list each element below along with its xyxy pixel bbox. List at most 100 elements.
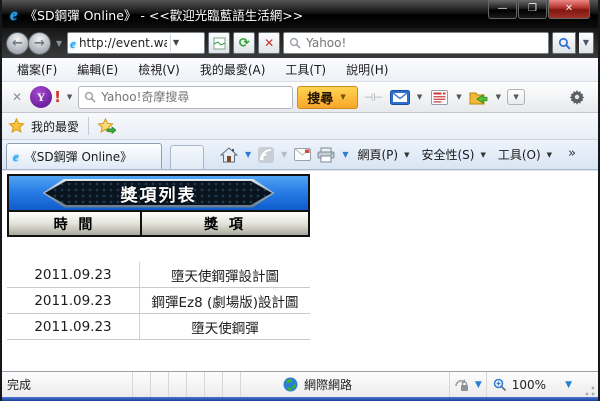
status-segment [204,372,222,397]
bookmarks-dropdown-icon[interactable]: ▼ [494,93,503,101]
yahoo-search-button[interactable]: 搜尋 ▼ [297,85,358,109]
table-header-award: 獎 項 [204,216,246,233]
add-favorite-icon[interactable] [98,118,117,134]
protected-mode-icon [455,378,468,391]
page-menu-button[interactable]: 網頁(P) ▼ [353,146,415,163]
cell-time: 2011.09.23 [7,314,140,339]
read-mail-button[interactable] [292,148,313,161]
close-button[interactable]: ✕ [548,0,590,19]
yahoo-toolbar: ✕ Y ! ▼ 搜尋 ▼ ⊣⊢ ▼ ▼ ▼ ▼ [2,82,598,113]
search-go-button[interactable] [552,32,576,54]
tab-sd-gundam[interactable]: e 《SD鋼彈 Online》 [6,143,162,169]
tab-bar: e 《SD鋼彈 Online》 ▼ ▼ ▼ 網頁(P) ▼ 安全性(S) ▼ 工… [2,140,598,170]
bookmarks-button[interactable] [468,88,490,106]
stop-button[interactable]: ✕ [258,32,281,54]
tools-menu-button[interactable]: 工具(O) ▼ [494,146,558,163]
print-button[interactable] [315,147,337,163]
award-table-body: 2011.09.23 墮天使鋼彈設計圖 2011.09.23 鋼彈Ez8 (劇場… [7,262,310,340]
history-dropdown-icon[interactable]: ▼ [54,39,64,48]
banner-badge: 獎項列表 [43,179,275,208]
status-text: 完成 [7,378,32,392]
search-options-dropdown[interactable]: ▼ [579,32,594,54]
yahoo-logo-icon[interactable]: Y [30,86,53,108]
tab-label: 《SD鋼彈 Online》 [24,150,133,164]
menu-help[interactable]: 說明(H) [337,58,397,81]
mail-button[interactable] [389,88,411,106]
print-dropdown-icon[interactable]: ▼ [339,150,351,159]
zoom-dropdown-icon[interactable]: ▼ [565,380,572,390]
instant-search-box[interactable] [283,32,549,54]
toolbar-overflow-dropdown[interactable]: ▼ [507,89,526,105]
gear-icon [569,90,585,105]
tools-menu-dropdown-icon: ▼ [546,150,553,159]
mail-icon [294,148,312,161]
rss-icon [258,146,275,163]
table-header-time: 時 間 [9,212,142,235]
resize-grip[interactable] [584,385,596,397]
address-bar[interactable]: e ▼ [67,32,206,54]
minimize-button[interactable]: — [488,0,517,19]
favorites-separator [88,117,90,135]
protected-mode-dropdown-icon[interactable]: ▼ [475,380,482,390]
yahoo-menu-dropdown-icon[interactable]: ▼ [65,93,74,101]
search-input[interactable] [306,36,543,50]
yahoo-search-button-label: 搜尋 [307,91,334,107]
table-header-row: 時 間 獎 項 [9,210,308,235]
navigation-bar: ← → ▼ e ▼ ⟳ ✕ ▼ [2,28,598,58]
address-dropdown-icon[interactable]: ▼ [169,34,181,52]
yahoo-search-input[interactable] [101,90,288,104]
toolbar-resize-handle[interactable]: ⊣⊢ [362,91,385,104]
refresh-button[interactable]: ⟳ [233,32,256,54]
search-icon [558,37,571,50]
forward-button[interactable]: → [28,31,51,55]
zoom-control[interactable]: 100% ▼ [485,372,578,397]
protected-mode-area[interactable]: ▼ [448,372,486,397]
news-icon [430,89,448,105]
table-row: 2011.09.23 鋼彈Ez8 (劇場版)設計圖 [7,288,310,314]
mail-dropdown-icon[interactable]: ▼ [415,93,424,101]
new-tab-button[interactable] [170,145,204,169]
search-icon [290,37,301,49]
favorites-button-label[interactable]: 我的最愛 [31,118,79,135]
toolbar-settings-button[interactable] [566,88,588,106]
back-button[interactable]: ← [6,31,29,55]
compatibility-view-button[interactable] [208,32,231,54]
banner-title: 獎項列表 [120,185,197,206]
zoom-in-icon [493,378,506,391]
banner-badge-inner: 獎項列表 [45,181,272,205]
search-icon [85,91,96,103]
window-controls: — ❐ ✕ [487,0,590,19]
address-input[interactable] [78,36,167,50]
menu-view[interactable]: 檢視(V) [129,58,189,81]
news-dropdown-icon[interactable]: ▼ [454,93,463,101]
menu-favorites[interactable]: 我的最愛(A) [191,58,275,81]
home-icon [220,146,238,162]
cell-time: 2011.09.23 [7,262,140,287]
yahoo-search-box[interactable] [78,85,294,109]
printer-icon [317,147,335,162]
maximize-button[interactable]: ❐ [518,0,547,19]
favorites-star-icon[interactable] [8,118,25,134]
globe-icon [283,377,298,392]
safety-menu-dropdown-icon: ▼ [480,150,486,159]
feeds-dropdown-icon[interactable]: ▼ [278,150,290,159]
menu-tools[interactable]: 工具(T) [276,58,335,81]
status-bar: 完成 網際網路 ▼ 100% ▼ [2,371,598,397]
menu-file[interactable]: 檔案(F) [8,58,66,81]
command-bar-overflow[interactable]: » [562,146,580,163]
menu-edit[interactable]: 編輯(E) [68,58,127,81]
ie-logo-icon: e [10,4,18,24]
toolbar-close-icon[interactable]: ✕ [8,90,26,104]
cell-award: 墮天使鋼彈設計圖 [171,268,279,285]
title-bar: e 《SD鋼彈 Online》 - <<歡迎光臨藍語生活網>> — ❐ ✕ [2,0,598,28]
home-dropdown-icon[interactable]: ▼ [242,150,254,159]
cell-award: 鋼彈Ez8 (劇場版)設計圖 [151,294,299,311]
home-button[interactable] [218,146,240,163]
search-button-dropdown-icon[interactable]: ▼ [338,93,347,101]
table-row: 2011.09.23 墮天使鋼彈設計圖 [7,262,310,288]
safety-menu-button[interactable]: 安全性(S) ▼ [417,146,491,163]
news-button[interactable] [428,88,450,106]
feeds-button[interactable] [256,146,276,163]
security-zone-label: 網際網路 [304,378,353,392]
page-favicon-icon: e [70,35,76,51]
